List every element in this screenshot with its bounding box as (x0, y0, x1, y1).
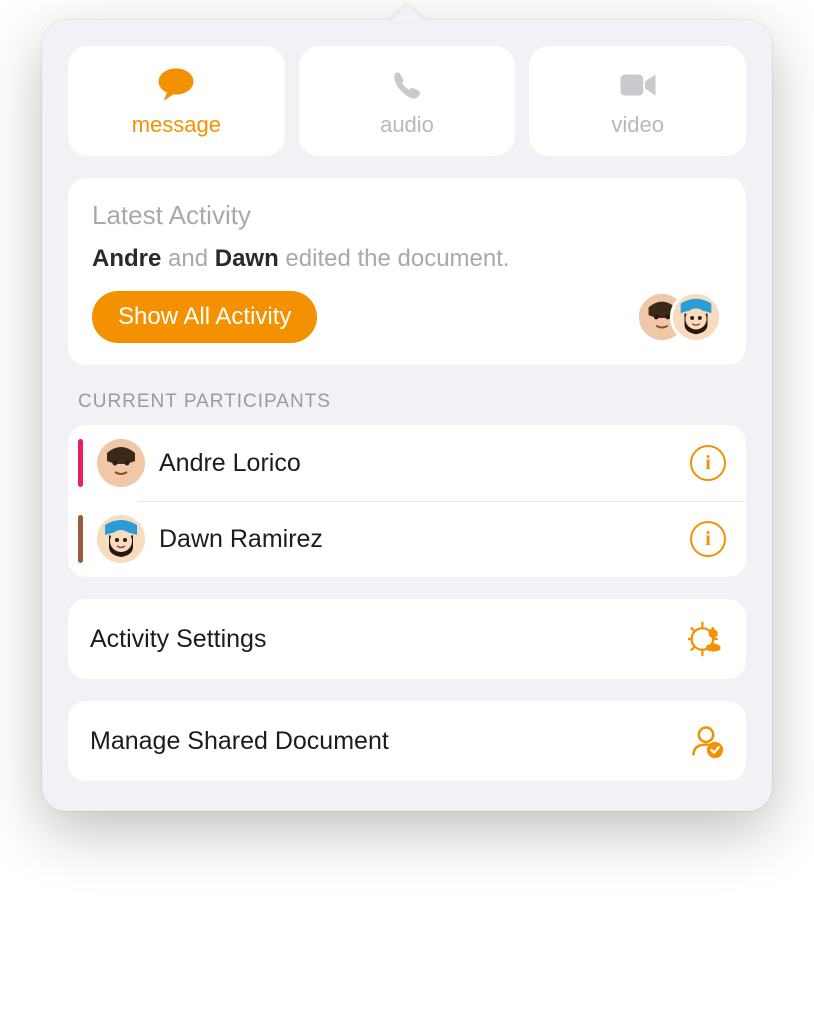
tab-row: message audio video (68, 46, 746, 156)
latest-activity-text: Andre and Dawn edited the document. (92, 245, 722, 273)
activity-settings-button[interactable]: Activity Settings (68, 599, 746, 679)
info-icon[interactable]: i (690, 445, 726, 481)
collaboration-popover: message audio video Latest Activity Andr… (42, 20, 772, 811)
tab-video-label: video (611, 112, 664, 138)
phone-icon (386, 64, 428, 106)
participant-name: Dawn Ramirez (159, 525, 676, 554)
activity-avatar-stack (636, 291, 722, 343)
participant-name: Andre Lorico (159, 449, 676, 478)
participant-color-bar (78, 515, 83, 563)
show-all-activity-button[interactable]: Show All Activity (92, 291, 317, 343)
manage-shared-label: Manage Shared Document (90, 727, 674, 756)
manage-shared-card: Manage Shared Document (68, 701, 746, 781)
avatar (97, 439, 145, 487)
tab-audio-label: audio (380, 112, 434, 138)
person-check-icon (688, 723, 724, 759)
gear-person-icon (688, 621, 724, 657)
latest-activity-title: Latest Activity (92, 200, 722, 231)
latest-activity-card: Latest Activity Andre and Dawn edited th… (68, 178, 746, 365)
tab-video[interactable]: video (529, 46, 746, 156)
video-icon (617, 64, 659, 106)
manage-shared-button[interactable]: Manage Shared Document (68, 701, 746, 781)
info-icon[interactable]: i (690, 521, 726, 557)
tab-message[interactable]: message (68, 46, 285, 156)
avatar (97, 515, 145, 563)
participant-color-bar (78, 439, 83, 487)
activity-settings-card: Activity Settings (68, 599, 746, 679)
participant-row[interactable]: Andre Lorico i (68, 425, 746, 501)
activity-settings-label: Activity Settings (90, 625, 674, 654)
participants-list: Andre Lorico i Dawn Ramirez i (68, 425, 746, 577)
participants-header: CURRENT PARTICIPANTS (68, 391, 746, 425)
tab-audio[interactable]: audio (299, 46, 516, 156)
message-icon (155, 64, 197, 106)
avatar (670, 291, 722, 343)
participant-row[interactable]: Dawn Ramirez i (68, 501, 746, 577)
tab-message-label: message (132, 112, 221, 138)
